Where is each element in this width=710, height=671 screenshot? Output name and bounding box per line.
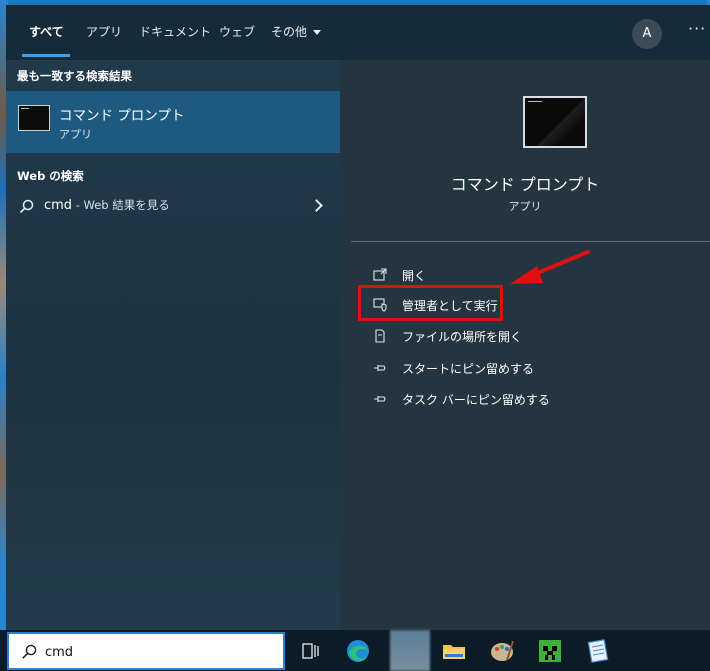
task-view-icon[interactable] bbox=[295, 636, 325, 666]
preview-app-title: コマンド プロンプト bbox=[450, 175, 600, 194]
tab-more-label: その他 bbox=[271, 25, 308, 39]
web-search-query-row: cmd - Web 結果を見る bbox=[44, 197, 170, 213]
account-avatar[interactable]: A bbox=[632, 19, 662, 49]
search-icon bbox=[22, 644, 37, 659]
web-search-query: cmd bbox=[44, 198, 73, 213]
action-pin-to-start-label: スタートにピン留めする bbox=[402, 362, 535, 376]
paint-icon[interactable] bbox=[487, 636, 517, 666]
best-match-heading: 最も一致する検索結果 bbox=[17, 69, 132, 83]
notepad-icon[interactable] bbox=[583, 636, 613, 666]
edge-icon[interactable] bbox=[343, 636, 373, 666]
preview-divider bbox=[351, 241, 710, 242]
action-pin-to-taskbar-label: タスク バーにピン留めする bbox=[402, 393, 550, 407]
best-match-title: コマンド プロンプト bbox=[59, 108, 185, 124]
taskbar bbox=[0, 630, 710, 671]
best-match-subtitle: アプリ bbox=[59, 128, 92, 141]
active-tab-indicator bbox=[22, 54, 70, 57]
web-search-suffix: - Web 結果を見る bbox=[72, 198, 170, 212]
file-location-icon bbox=[375, 329, 385, 343]
taskbar-search-box[interactable] bbox=[7, 632, 285, 670]
minecraft-icon[interactable] bbox=[535, 636, 565, 666]
action-open-file-location-label: ファイルの場所を開く bbox=[402, 330, 523, 344]
preview-app-subtitle: アプリ bbox=[508, 200, 542, 213]
taskbar-search-input[interactable] bbox=[45, 642, 275, 662]
command-prompt-icon bbox=[18, 105, 50, 131]
preview-pane: コマンド プロンプト アプリ 開く 管理者として実行 ファイルの場所を開く スタ… bbox=[340, 60, 710, 630]
tab-documents[interactable]: ドキュメント bbox=[139, 23, 211, 40]
search-tab-bar: すべて アプリ ドキュメント ウェブ その他 A ··· bbox=[6, 5, 710, 60]
results-list: 最も一致する検索結果 コマンド プロンプト アプリ Web の検索 cmd - … bbox=[6, 60, 340, 630]
tab-apps[interactable]: アプリ bbox=[86, 23, 122, 40]
open-icon bbox=[373, 268, 387, 281]
tab-all[interactable]: すべて bbox=[29, 23, 64, 40]
more-options-icon[interactable]: ··· bbox=[688, 19, 706, 38]
action-open-label: 開く bbox=[402, 269, 427, 283]
chevron-down-icon bbox=[313, 30, 322, 35]
search-icon bbox=[19, 199, 34, 214]
tab-more[interactable]: その他 bbox=[271, 23, 322, 40]
file-explorer-icon[interactable] bbox=[439, 636, 469, 666]
annotation-highlight-box bbox=[358, 285, 503, 321]
chevron-right-icon bbox=[310, 199, 323, 212]
web-search-heading: Web の検索 bbox=[17, 169, 84, 183]
pin-icon bbox=[374, 396, 386, 402]
tab-web[interactable]: ウェブ bbox=[219, 23, 255, 40]
best-match-item[interactable]: コマンド プロンプト アプリ bbox=[6, 91, 340, 153]
pin-icon bbox=[374, 365, 386, 371]
web-search-item[interactable]: cmd - Web 結果を見る bbox=[6, 191, 340, 221]
command-prompt-large-icon bbox=[523, 96, 587, 148]
blurred-app-icon[interactable] bbox=[390, 630, 430, 671]
